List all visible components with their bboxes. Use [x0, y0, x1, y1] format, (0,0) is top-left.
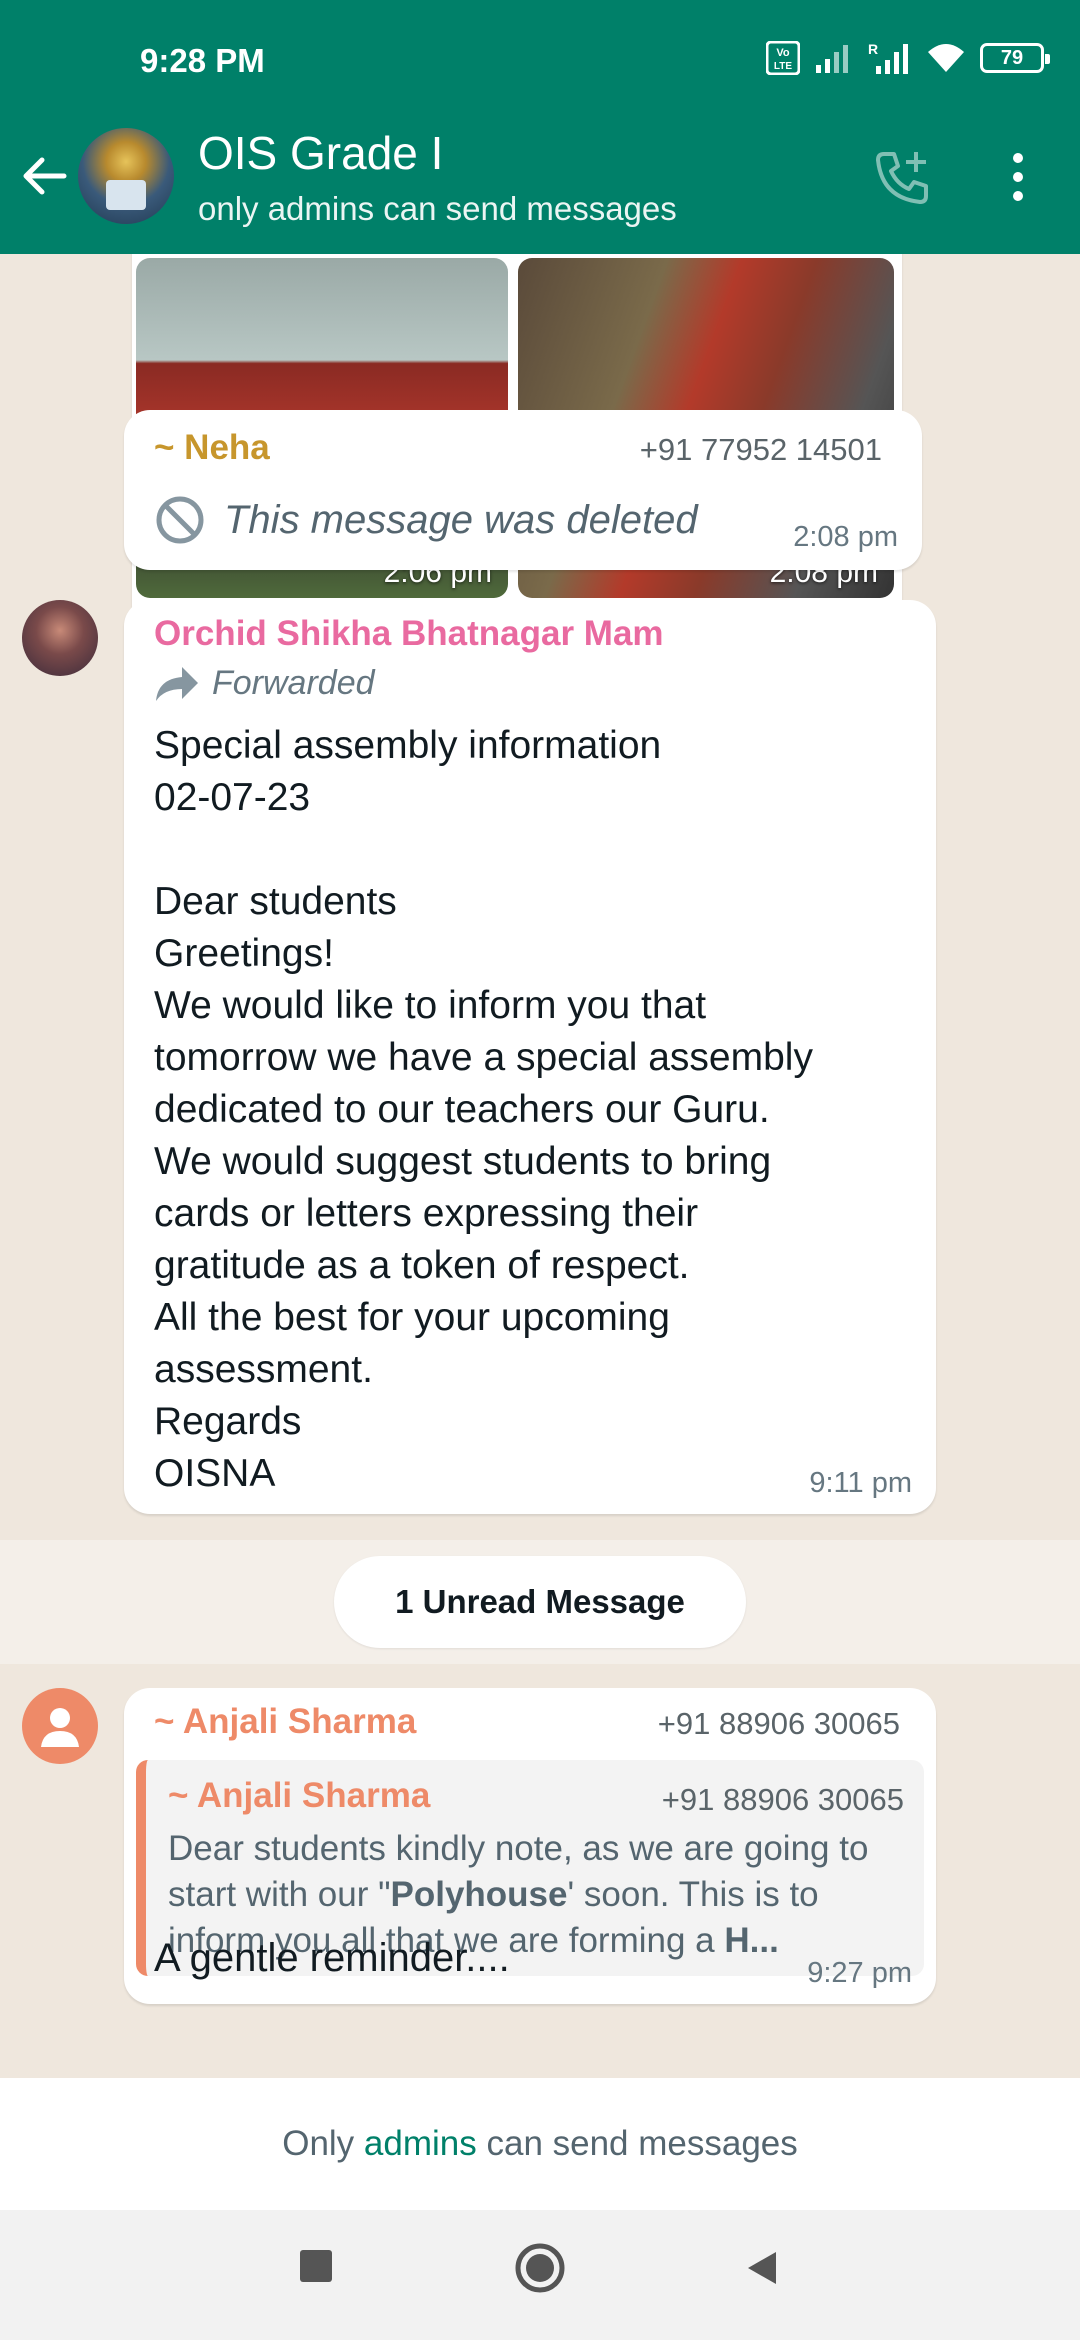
forwarded-label: Forwarded: [154, 664, 375, 703]
wifi-icon: [928, 44, 964, 72]
chat-area[interactable]: 2:06 pm 2:08 pm ~ Neha +91 77952 14501 T…: [0, 254, 1080, 2078]
roaming-signal-icon: R: [868, 41, 908, 74]
default-avatar[interactable]: [22, 1688, 98, 1764]
message-text: A gentle reminder....: [154, 1936, 510, 1980]
volte-icon: Vo LTE: [766, 41, 800, 75]
svg-text:LTE: LTE: [774, 61, 792, 72]
forwarded-message[interactable]: Orchid Shikha Bhatnagar Mam Forwarded Sp…: [124, 600, 936, 1514]
sender-name: Orchid Shikha Bhatnagar Mam: [154, 614, 664, 653]
sender-phone: +91 88906 30065: [657, 1706, 900, 1741]
forwarded-text: Forwarded: [212, 664, 375, 702]
add-call-icon[interactable]: [870, 146, 934, 210]
admins-only-notice: Only admins can send messages: [0, 2078, 1080, 2210]
admins-link[interactable]: admins: [364, 2124, 477, 2164]
forward-arrow-icon: [156, 666, 198, 701]
signal-icon: [816, 45, 848, 73]
quoted-sender: ~ Anjali Sharma: [168, 1776, 431, 1815]
deleted-row: This message was deleted: [154, 494, 698, 546]
message-time: 9:11 pm: [809, 1467, 912, 1499]
quoted-phone: +91 88906 30065: [661, 1782, 904, 1817]
status-time: 9:28 PM: [140, 42, 265, 79]
sender-phone: +91 77952 14501: [639, 432, 882, 467]
home-icon[interactable]: [514, 2242, 566, 2294]
message-time: 9:27 pm: [807, 1957, 912, 1989]
sender-name: ~ Anjali Sharma: [154, 1702, 417, 1741]
system-nav-bar: [0, 2210, 1080, 2340]
person-icon: [41, 1708, 79, 1747]
status-icons: Vo LTE R 79: [766, 40, 1050, 76]
group-title[interactable]: OIS Grade I: [198, 126, 443, 180]
deleted-text: This message was deleted: [224, 497, 698, 542]
back-arrow-icon[interactable]: [18, 150, 70, 202]
battery-icon: 79: [980, 43, 1050, 73]
blocked-icon: [156, 496, 204, 544]
message-text: Special assembly information 02-07-23 De…: [154, 724, 813, 1495]
reply-message[interactable]: ~ Anjali Sharma +91 88906 30065 ~ Anjali…: [124, 1688, 936, 2004]
recents-icon[interactable]: [298, 2248, 334, 2284]
back-icon[interactable]: [742, 2248, 782, 2288]
unread-badge: 1 Unread Message: [334, 1556, 746, 1648]
chat-header: 9:28 PM Vo LTE R 79 OIS Grade I only adm…: [0, 0, 1080, 254]
sender-name: ~ Neha: [154, 428, 270, 467]
svg-text:R: R: [868, 41, 878, 57]
sender-avatar[interactable]: [22, 600, 98, 676]
group-subtitle[interactable]: only admins can send messages: [198, 190, 677, 228]
deleted-message[interactable]: ~ Neha +91 77952 14501 This message was …: [124, 410, 922, 570]
svg-text:Vo: Vo: [776, 47, 790, 59]
more-options-icon[interactable]: [1006, 152, 1030, 202]
message-time: 2:08 pm: [793, 521, 898, 553]
group-avatar[interactable]: [78, 128, 174, 224]
